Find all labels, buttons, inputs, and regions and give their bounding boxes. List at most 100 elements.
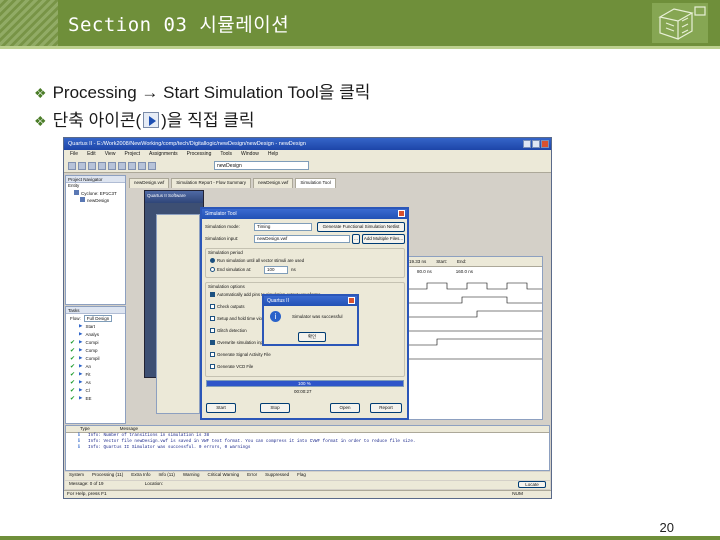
cut-icon[interactable] bbox=[108, 162, 116, 170]
menu-window[interactable]: Window bbox=[241, 151, 259, 158]
menu-tools[interactable]: Tools bbox=[220, 151, 232, 158]
message-tab[interactable]: Warning bbox=[183, 472, 200, 480]
progress-text: 100 % bbox=[298, 381, 311, 386]
open-file-icon[interactable] bbox=[78, 162, 86, 170]
options-header: Simulation options bbox=[208, 284, 245, 289]
new-file-icon[interactable] bbox=[68, 162, 76, 170]
add-multiple-files-button[interactable]: Add Multiple Files... bbox=[362, 234, 405, 244]
locate-button[interactable]: Locate bbox=[518, 481, 546, 488]
run-task-icon[interactable]: ▶ bbox=[79, 387, 82, 393]
tab-simulation-tool[interactable]: Simulation Tool bbox=[295, 178, 336, 188]
open-button[interactable]: Open bbox=[330, 403, 360, 413]
maximize-button[interactable] bbox=[532, 140, 540, 148]
tab-waveform[interactable]: newDesign.vwf bbox=[129, 178, 170, 188]
menu-help[interactable]: Help bbox=[268, 151, 278, 158]
sim-option-checkbox[interactable]: Glitch detection bbox=[210, 328, 247, 333]
quartus-screenshot: Quartus II - E:/Work2008/NewWorking/comp… bbox=[63, 137, 552, 499]
window-controls bbox=[523, 140, 549, 148]
tab-sim-report[interactable]: Simulation Report - Flow Summary bbox=[171, 178, 252, 188]
run-task-icon[interactable]: ▶ bbox=[79, 339, 82, 345]
message-row[interactable]: Info: Quartus II Simulator was successfu… bbox=[66, 444, 549, 451]
run-task-icon[interactable]: ▶ bbox=[79, 395, 82, 401]
info-icon: i bbox=[270, 311, 281, 322]
message-tab[interactable]: System bbox=[69, 472, 84, 480]
browse-button[interactable]: ... bbox=[352, 234, 360, 244]
project-navigator-header: Project Navigator bbox=[66, 176, 125, 183]
cube-diagram-icon bbox=[652, 3, 708, 43]
toolbar-icons bbox=[68, 162, 156, 170]
message-tab[interactable]: Flag bbox=[297, 472, 306, 480]
run-task-icon[interactable]: ▶ bbox=[79, 355, 82, 361]
message-tab[interactable]: Suppressed bbox=[265, 472, 289, 480]
start-simulation-icon[interactable] bbox=[143, 112, 160, 128]
message-tab[interactable]: Error bbox=[247, 472, 257, 480]
task-item[interactable]: ✔ ▶ Fit bbox=[66, 370, 125, 378]
menu-edit[interactable]: Edit bbox=[87, 151, 96, 158]
tree-item-device[interactable]: Cyclone: EP1C3T bbox=[66, 190, 125, 197]
task-item[interactable]: ✔ ▶ As bbox=[66, 378, 125, 386]
elapsed-time: 00:00:27 bbox=[294, 389, 312, 394]
flow-selector[interactable]: Flow: Full Design bbox=[66, 314, 125, 322]
close-button[interactable] bbox=[541, 140, 549, 148]
task-item[interactable]: ✔ ▶ Comp bbox=[66, 346, 125, 354]
sim-option-checkbox[interactable]: Generate Signal Activity File bbox=[210, 352, 271, 357]
run-task-icon[interactable]: ▶ bbox=[79, 323, 82, 329]
menu-view[interactable]: View bbox=[105, 151, 116, 158]
sim-option-checkbox[interactable]: Generate VCD File bbox=[210, 364, 253, 369]
redo-icon[interactable] bbox=[148, 162, 156, 170]
menu-file[interactable]: File bbox=[70, 151, 78, 158]
dialog-close-button[interactable] bbox=[398, 210, 405, 217]
run-task-icon[interactable]: ▶ bbox=[79, 379, 82, 385]
check-icon: ✔ bbox=[70, 379, 76, 386]
message-counter: Message: 0 of 19 bbox=[69, 481, 104, 486]
status-num: NUM bbox=[512, 492, 523, 497]
run-task-icon[interactable]: ▶ bbox=[79, 363, 82, 369]
simulation-input-field[interactable]: newDesign.vwf bbox=[254, 235, 350, 243]
task-item[interactable]: ✔ ▶ Compil bbox=[66, 354, 125, 362]
message-tab[interactable]: Critical Warning bbox=[208, 472, 240, 480]
tree-item-entity[interactable]: newDesign bbox=[66, 197, 125, 204]
message-tab[interactable]: Extra Info bbox=[131, 472, 150, 480]
start-button[interactable]: Start bbox=[206, 403, 236, 413]
task-item[interactable]: ✔ ▶ Compi bbox=[66, 338, 125, 346]
report-button[interactable]: Report bbox=[370, 403, 402, 413]
check-icon: ✔ bbox=[70, 387, 76, 394]
undo-icon[interactable] bbox=[138, 162, 146, 170]
period-option-end-at[interactable]: End simulation at: bbox=[210, 267, 251, 272]
task-item[interactable]: ✔ ▶ EE bbox=[66, 394, 125, 402]
message-box-close[interactable] bbox=[348, 297, 355, 304]
menu-processing[interactable]: Processing bbox=[187, 151, 212, 158]
simulation-period-group: Simulation period Run simulation until a… bbox=[205, 248, 405, 278]
footer-rule bbox=[0, 536, 720, 540]
end-time-unit: ns bbox=[291, 267, 296, 272]
task-item[interactable]: ▶ Analys bbox=[66, 330, 125, 338]
message-tab[interactable]: Processing (11) bbox=[92, 472, 123, 480]
save-icon[interactable] bbox=[88, 162, 96, 170]
minimize-button[interactable] bbox=[523, 140, 531, 148]
waveform-traces bbox=[409, 282, 542, 360]
menu-assignments[interactable]: Assignments bbox=[149, 151, 178, 158]
message-tab[interactable]: Info (11) bbox=[158, 472, 174, 480]
run-task-icon[interactable]: ▶ bbox=[79, 371, 82, 377]
ok-button[interactable]: 확인 bbox=[298, 332, 326, 342]
tab-waveform-2[interactable]: newDesign.vwf bbox=[253, 178, 294, 188]
menu-project[interactable]: Project bbox=[124, 151, 140, 158]
task-item[interactable]: ▶ Start bbox=[66, 322, 125, 330]
period-option-all-vectors[interactable]: Run simulation until all vector stimuli … bbox=[210, 258, 304, 263]
task-item[interactable]: ✔ ▶ Cl bbox=[66, 386, 125, 394]
bullet-marker: ❖ bbox=[34, 85, 47, 101]
run-task-icon[interactable]: ▶ bbox=[79, 331, 82, 337]
paste-icon[interactable] bbox=[128, 162, 136, 170]
waveform-header: 19.33 ns Start: End: bbox=[407, 257, 542, 267]
stop-button[interactable]: Stop bbox=[260, 403, 290, 413]
entity-combo[interactable]: newDesign bbox=[214, 161, 309, 170]
copy-icon[interactable] bbox=[118, 162, 126, 170]
run-task-icon[interactable]: ▶ bbox=[79, 347, 82, 353]
generate-netlist-button[interactable]: Generate Functional Simulation Netlist bbox=[317, 222, 405, 232]
print-icon[interactable] bbox=[98, 162, 106, 170]
task-item[interactable]: ✔ ▶ An bbox=[66, 362, 125, 370]
waveform-editor[interactable]: 19.33 ns Start: End: 80.0 ns 160.0 ns bbox=[406, 256, 543, 420]
mode-select[interactable]: Timing bbox=[254, 223, 312, 231]
end-time-field[interactable]: 100 bbox=[264, 266, 288, 274]
sim-option-checkbox[interactable]: Check outputs bbox=[210, 304, 244, 309]
